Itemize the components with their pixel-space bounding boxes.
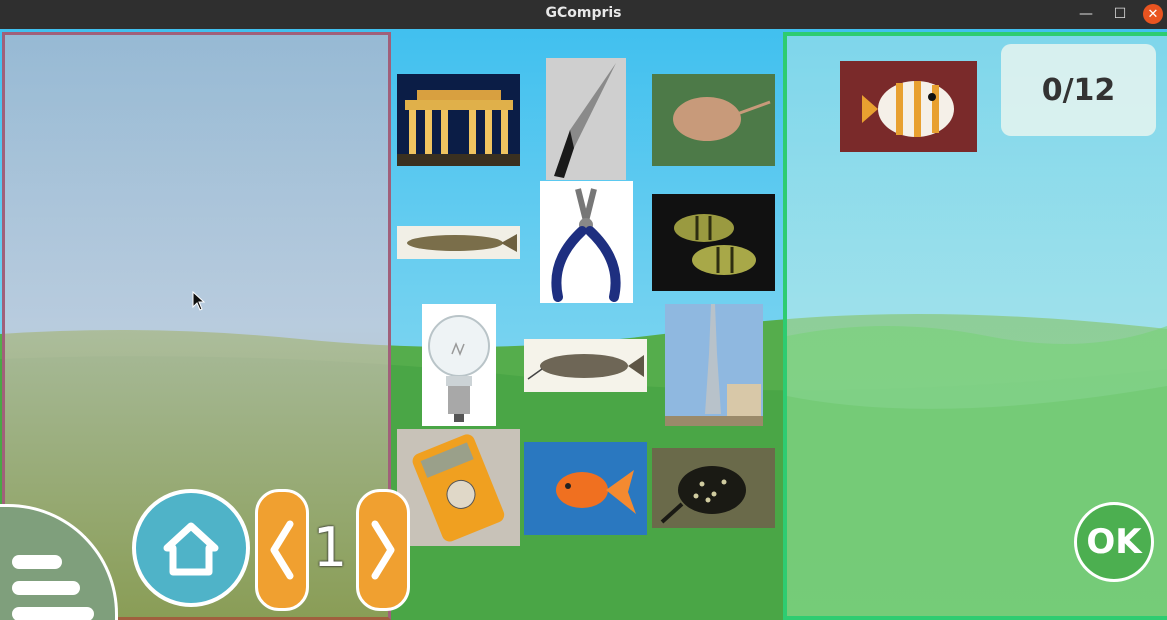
home-button[interactable] — [132, 489, 250, 607]
item-perch-fish[interactable] — [652, 194, 775, 291]
next-level-button[interactable] — [356, 489, 410, 611]
activity-area: 0/12 OK 1 — [0, 29, 1167, 620]
item-knife[interactable] — [546, 58, 626, 180]
item-stingray[interactable] — [652, 74, 775, 166]
multimeter-icon — [397, 429, 520, 546]
item-multimeter[interactable] — [397, 429, 520, 546]
previous-level-button[interactable] — [255, 489, 309, 611]
knife-icon — [546, 58, 626, 180]
pike-fish-icon — [397, 226, 520, 259]
title-bar: GCompris — ☐ ✕ — [0, 0, 1167, 29]
item-pliers[interactable] — [540, 181, 633, 303]
close-button[interactable]: ✕ — [1143, 4, 1163, 24]
stingray-icon — [652, 74, 775, 166]
item-goldfish[interactable] — [524, 442, 647, 535]
home-icon — [163, 522, 219, 576]
skyscraper-icon — [665, 304, 763, 426]
score-text: 0/12 — [1041, 72, 1116, 108]
item-fish-pike[interactable] — [397, 226, 520, 259]
window-title: GCompris — [545, 5, 622, 21]
ok-label: OK — [1086, 522, 1142, 562]
item-light-bulb[interactable] — [422, 304, 496, 426]
item-brandenburg-gate[interactable] — [397, 74, 520, 166]
chevron-left-icon — [270, 520, 294, 580]
score-counter: 0/12 — [1001, 44, 1156, 136]
item-spotted-ray[interactable] — [652, 448, 775, 528]
spotted-ray-icon — [652, 448, 775, 528]
item-catfish[interactable] — [524, 339, 647, 392]
minimize-button[interactable]: — — [1076, 4, 1096, 24]
perch-fish-icon — [652, 194, 775, 291]
chevron-right-icon — [371, 520, 395, 580]
butterfly-fish-icon — [840, 61, 977, 152]
brandenburg-gate-icon — [397, 74, 520, 166]
level-number: 1 — [312, 515, 348, 579]
ok-button[interactable]: OK — [1074, 502, 1154, 582]
light-bulb-icon — [422, 304, 496, 426]
catfish-icon — [524, 339, 647, 392]
goldfish-icon — [524, 442, 647, 535]
item-skyscraper[interactable] — [665, 304, 763, 426]
target-item-butterfly-fish — [840, 61, 977, 152]
pliers-icon — [540, 181, 633, 303]
mouse-cursor-icon — [192, 291, 206, 311]
maximize-button[interactable]: ☐ — [1110, 4, 1130, 24]
